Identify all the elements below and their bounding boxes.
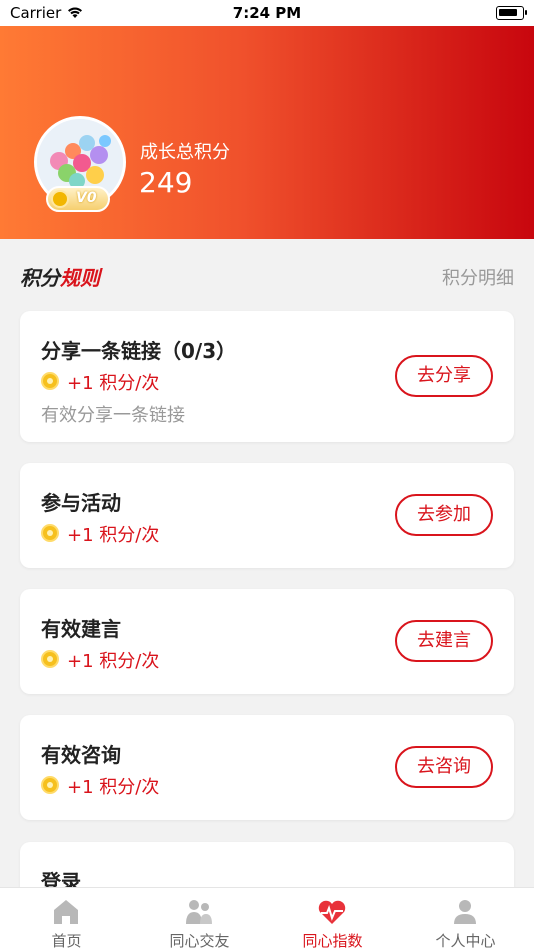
rules-title-part2: 规则 (60, 266, 100, 290)
join-button[interactable]: 去参加 (395, 494, 493, 536)
rules-title-part1: 积分 (20, 266, 60, 290)
task-title: 分享一条链接（0/3） (41, 339, 237, 363)
status-bar: Carrier 7:24 PM (0, 0, 534, 26)
coin-icon (41, 372, 59, 390)
points-label: 成长总积分 (140, 142, 230, 163)
tab-label: 同心指数 (302, 932, 363, 950)
consult-button[interactable]: 去咨询 (395, 746, 493, 788)
profile-header: V0 成长总积分 249 (0, 26, 534, 239)
task-title: 参与活动 (41, 491, 121, 515)
heart-index-icon (318, 900, 346, 924)
tab-heart-index[interactable]: 同心指数 (266, 888, 399, 950)
points-value: 249 (139, 166, 193, 199)
home-icon (54, 900, 78, 924)
coin-icon (41, 776, 59, 794)
points-detail-link[interactable]: 积分明细 (442, 264, 514, 290)
level-text: V0 (76, 190, 97, 206)
tab-profile[interactable]: 个人中心 (399, 888, 532, 950)
task-card-share: 分享一条链接（0/3） +1 积分/次 有效分享一条链接 去分享 (20, 311, 514, 442)
task-card-suggestion: 有效建言 +1 积分/次 去建言 (20, 589, 514, 694)
coin-icon (41, 650, 59, 668)
reward-text: +1 积分/次 (67, 525, 160, 546)
task-title: 有效建言 (41, 617, 121, 641)
share-button[interactable]: 去分享 (395, 355, 493, 397)
reward-text: +1 积分/次 (67, 373, 160, 394)
task-description: 有效分享一条链接 (41, 405, 185, 426)
status-time: 7:24 PM (232, 4, 302, 22)
tab-label: 个人中心 (435, 932, 496, 950)
reward-text: +1 积分/次 (67, 651, 160, 672)
task-card-consult: 有效咨询 +1 积分/次 去咨询 (20, 715, 514, 820)
task-card-activity: 参与活动 +1 积分/次 去参加 (20, 463, 514, 568)
tab-label: 同心交友 (169, 932, 230, 950)
suggest-button[interactable]: 去建言 (395, 620, 493, 662)
crown-icon (51, 190, 69, 208)
tab-home[interactable]: 首页 (0, 888, 133, 950)
level-badge: V0 (46, 186, 110, 212)
task-title: 有效咨询 (41, 743, 121, 767)
friends-icon (186, 900, 212, 924)
tab-label: 首页 (51, 932, 82, 950)
reward-text: +1 积分/次 (67, 777, 160, 798)
tab-bar: 首页 同心交友 同心指数 个人中心 (0, 887, 534, 950)
battery-icon (496, 6, 527, 20)
tab-friends[interactable]: 同心交友 (133, 888, 266, 950)
person-icon (454, 900, 476, 924)
rules-title: 积分规则 (20, 262, 100, 291)
coin-icon (41, 524, 59, 542)
